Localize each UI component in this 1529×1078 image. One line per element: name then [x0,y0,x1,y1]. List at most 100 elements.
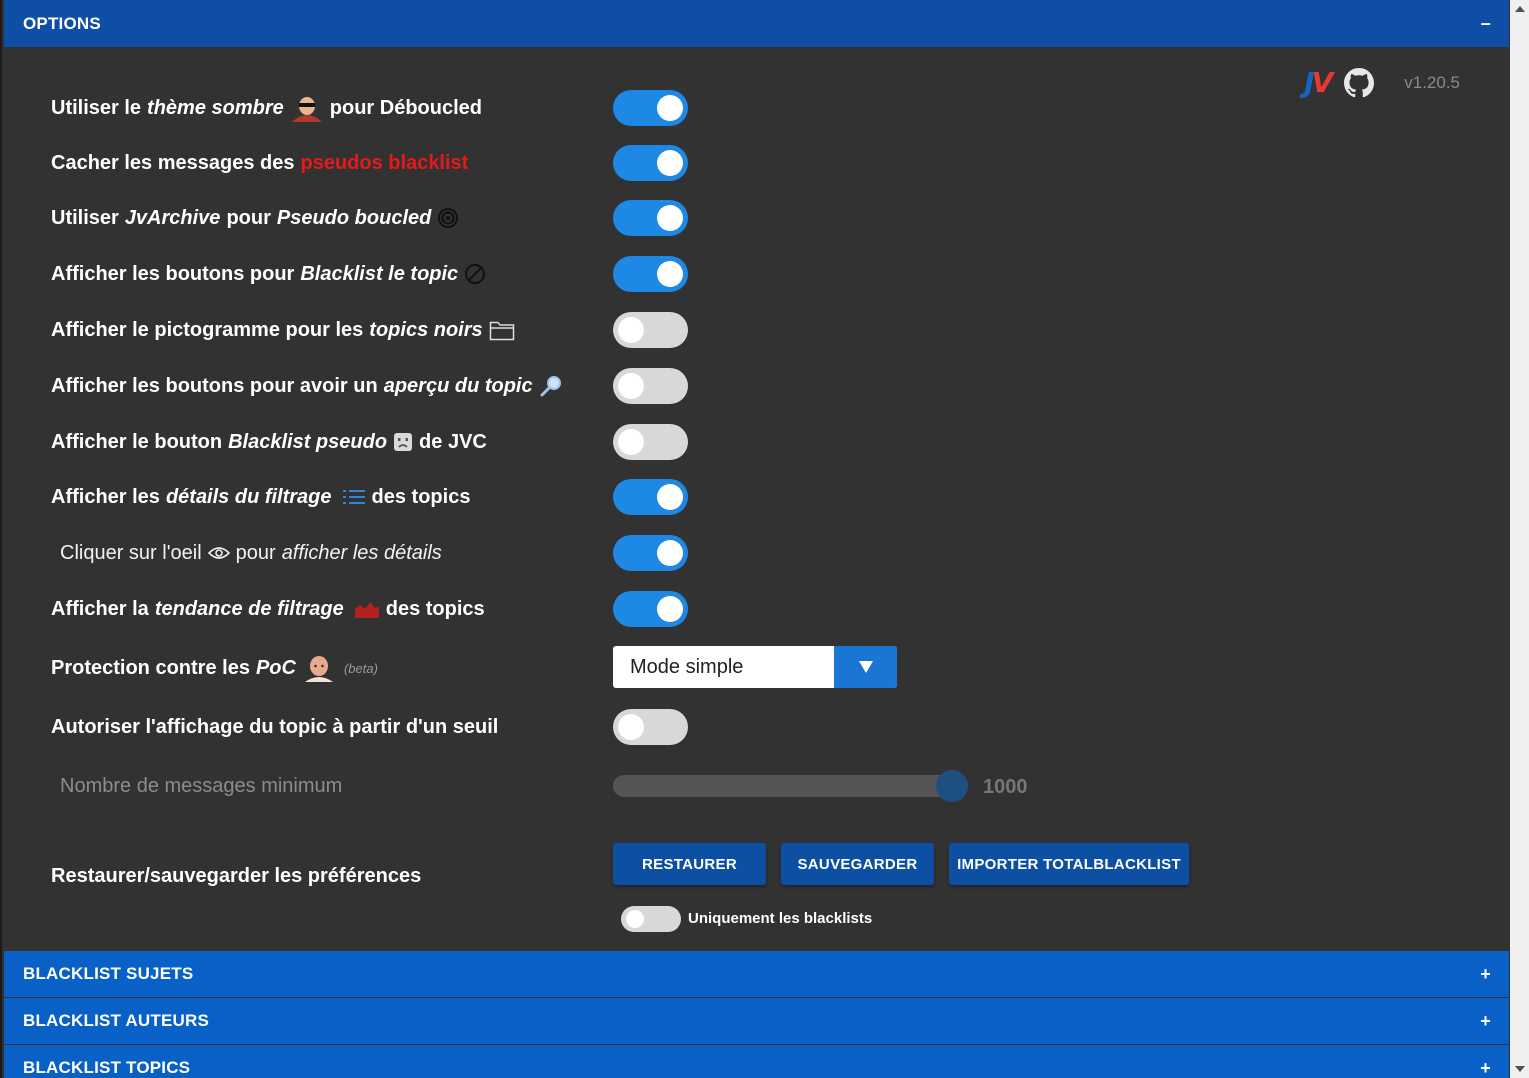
jv-logo-v: V [1311,66,1334,99]
eye-click-toggle[interactable] [613,535,688,571]
min-messages-value: 1000 [983,776,1028,798]
import-totalblacklist-button[interactable]: IMPORTER TOTALBLACKLIST [949,843,1189,885]
option-label: Utiliser le thème sombre pour Déboucled [51,94,613,122]
expand-icon[interactable]: + [1480,1011,1491,1032]
option-label: Protection contre les PoC (beta) [51,654,613,682]
filter-trend-toggle[interactable] [613,591,688,627]
toggle-knob [618,429,644,455]
option-label: Afficher les boutons pour Blacklist le t… [51,263,613,286]
trend-icon [354,599,380,619]
threshold-toggle[interactable] [613,709,688,745]
option-row-black-topics: Afficher le pictogramme pour les topics … [51,310,1151,350]
option-label: Afficher le pictogramme pour les topics … [51,319,613,342]
expand-icon[interactable]: + [1480,964,1491,985]
section-title: BLACKLIST SUJETS [23,964,194,983]
option-row-eye-click: Cliquer sur l'oeil pour afficher les dét… [51,533,1151,573]
option-row-preview: Afficher les boutons pour avoir un aperç… [51,366,1151,406]
label-em: JvArchive [124,206,221,229]
min-messages-slider-track[interactable] [613,775,968,797]
label-text: Afficher les boutons pour avoir un [51,374,378,397]
toggle-knob [657,205,683,231]
option-row-dark-theme: Utiliser le thème sombre pour Déboucled [51,88,1151,128]
label-text: Utiliser [51,206,119,229]
label-text: Nombre de messages minimum [60,774,343,797]
option-row-blacklist-topic: Afficher les boutons pour Blacklist le t… [51,254,1151,294]
option-row-min-messages: Nombre de messages minimum 1000 [51,762,1151,810]
hide-blacklist-toggle[interactable] [613,145,688,181]
label-em: afficher les détails [281,541,442,564]
toggle-knob [618,373,644,399]
option-label: Afficher les détails du filtrage des top… [51,486,613,509]
version-label: v1.20.5 [1404,72,1460,92]
scroll-down-icon[interactable] [1515,1066,1525,1072]
dark-theme-toggle[interactable] [613,90,688,126]
label-text-mid: pour [235,541,276,564]
toggle-knob [657,150,683,176]
magnifier-icon [539,374,563,398]
label-text: Restaurer/sauvegarder les préférences [51,865,422,887]
beta-tag: (beta) [343,660,378,676]
option-row-jvarchive: Utiliser JvArchive pour Pseudo boucled [51,198,1151,238]
label-em: détails du filtrage [165,485,332,508]
dropdown-arrow-icon[interactable] [834,646,897,688]
vertical-scrollbar[interactable] [1510,0,1529,1078]
toggle-knob [618,317,644,343]
label-em: tendance de filtrage [154,597,344,620]
section-header-blacklist-topics[interactable]: BLACKLIST TOPICS + [4,1045,1509,1078]
toggle-knob [657,540,683,566]
expand-icon[interactable]: + [1480,1058,1491,1078]
option-label: Afficher la tendance de filtrage des top… [51,598,613,621]
black-topics-toggle[interactable] [613,312,688,348]
label-text: Protection contre les [51,656,250,679]
label-text: Cliquer sur l'oeil [60,541,202,564]
option-label: Utiliser JvArchive pour Pseudo boucled [51,207,613,230]
github-icon[interactable] [1344,67,1375,98]
save-button[interactable]: SAUVEGARDER [781,843,934,885]
poc-mode-selected: Mode simple [630,655,744,678]
option-row-backup: Restaurer/sauvegarder les préférences RE… [51,843,1189,887]
option-row-filter-details: Afficher les détails du filtrage des top… [51,477,1151,517]
jvarchive-toggle[interactable] [613,200,688,236]
prohibited-icon [464,263,486,285]
option-row-threshold: Autoriser l'affichage du topic à partir … [51,707,1151,747]
restore-button[interactable]: RESTAURER [613,843,766,885]
option-row-hide-blacklist: Cacher les messages des pseudos blacklis… [51,143,1151,183]
filter-details-toggle[interactable] [613,479,688,515]
option-label: Cliquer sur l'oeil pour afficher les dét… [51,542,613,565]
label-text: Afficher le bouton [51,430,223,453]
jv-logo-j: J [1304,66,1315,99]
blacklist-pseudo-toggle[interactable] [613,424,688,460]
sunglasses-avatar-icon [290,94,324,122]
label-text-post: des topics [385,597,485,620]
label-text: Afficher le pictogramme pour les [51,318,364,341]
option-label: Afficher les boutons pour avoir un aperç… [51,374,613,398]
toggle-knob [657,596,683,622]
preview-toggle[interactable] [613,368,688,404]
blacklist-topic-toggle[interactable] [613,256,688,292]
options-header[interactable]: OPTIONS – [4,0,1509,47]
folder-icon [489,319,515,341]
label-text-post: des topics [371,485,471,508]
jv-logo[interactable]: JV [1304,66,1334,99]
list-icon [342,487,366,507]
option-label: Afficher le bouton Blacklist pseudo de J… [51,431,613,454]
option-label: Nombre de messages minimum [51,775,613,798]
label-em: PoC [255,656,296,679]
option-row-blacklist-pseudo: Afficher le bouton Blacklist pseudo de J… [51,422,1151,462]
scroll-up-icon[interactable] [1515,6,1525,12]
label-em: topics noirs [369,318,483,341]
section-title: BLACKLIST AUTEURS [23,1011,209,1030]
toggle-knob [657,261,683,287]
only-blacklists-toggle[interactable] [621,906,681,932]
sad-face-icon [393,432,413,452]
eye-icon [207,545,230,561]
section-header-blacklist-sujets[interactable]: BLACKLIST SUJETS + [4,951,1509,997]
section-header-blacklist-auteurs[interactable]: BLACKLIST AUTEURS + [4,998,1509,1044]
label-em-2: Pseudo boucled [276,206,432,229]
label-text: Autoriser l'affichage du topic à partir … [51,715,499,738]
toggle-knob [626,910,644,928]
collapse-icon[interactable]: – [1481,13,1491,34]
section-title: BLACKLIST TOPICS [23,1058,191,1077]
min-messages-slider-thumb[interactable] [936,770,968,802]
poc-mode-select[interactable]: Mode simple [613,646,897,688]
